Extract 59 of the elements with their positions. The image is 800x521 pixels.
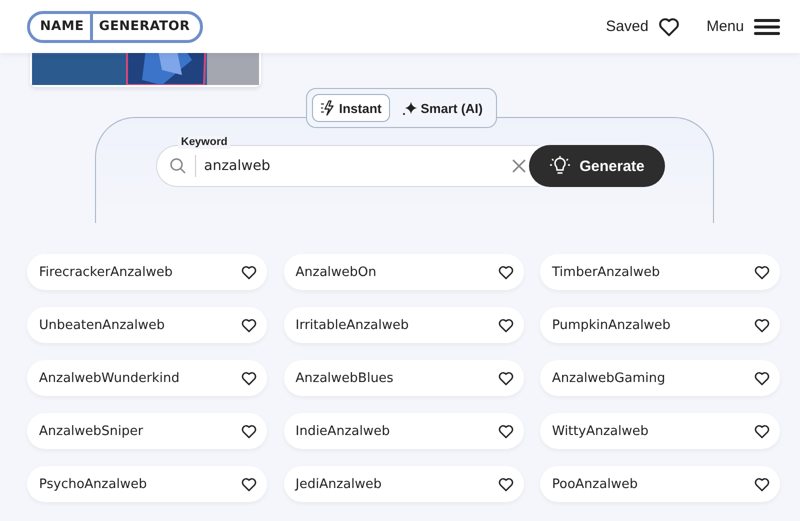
name-text: JediAnzalweb xyxy=(296,476,382,492)
name-card[interactable]: IrritableAnzalweb xyxy=(284,307,524,343)
heart-icon[interactable] xyxy=(241,424,257,438)
name-card[interactable]: AnzalwebWunderkind xyxy=(27,360,267,396)
name-text: IndieAnzalweb xyxy=(296,424,390,438)
field-label: Keyword xyxy=(178,136,230,149)
name-card[interactable]: AnzalwebGaming xyxy=(540,360,780,396)
name-text: AnzalwebSniper xyxy=(39,424,144,438)
generate-button[interactable]: Generate xyxy=(529,145,665,187)
menu-icon xyxy=(754,18,780,36)
name-card[interactable]: PsychoAnzalweb xyxy=(27,466,267,502)
name-text: UnbeatenAnzalweb xyxy=(39,318,165,332)
name-text: AnzalwebGaming xyxy=(552,370,666,386)
name-card[interactable]: UnbeatenAnzalweb xyxy=(27,307,267,343)
heart-icon[interactable] xyxy=(498,424,514,438)
heart-icon xyxy=(658,16,680,36)
name-text: PsychoAnzalweb xyxy=(39,476,147,492)
clear-icon[interactable] xyxy=(511,158,527,174)
name-card[interactable]: AnzalwebOn xyxy=(284,254,524,290)
name-text: IrritableAnzalweb xyxy=(296,318,409,332)
heart-icon[interactable] xyxy=(241,476,257,492)
name-card[interactable]: FirecrackerAnzalweb xyxy=(27,254,267,290)
heart-icon[interactable] xyxy=(498,264,514,280)
name-card[interactable]: IndieAnzalweb xyxy=(284,413,524,449)
heart-icon[interactable] xyxy=(241,264,257,280)
name-text: FirecrackerAnzalweb xyxy=(39,264,173,280)
search-icon xyxy=(169,157,187,175)
saved-link[interactable]: Saved xyxy=(606,16,680,36)
heart-icon[interactable] xyxy=(498,476,514,492)
heart-icon[interactable] xyxy=(498,370,514,386)
name-text: PooAnzalweb xyxy=(552,476,638,492)
name-text: WittyAnzalweb xyxy=(552,424,648,438)
mode-tab[interactable]: Instant xyxy=(312,94,390,122)
name-text: AnzalwebOn xyxy=(296,264,376,280)
heart-icon[interactable] xyxy=(754,424,770,438)
heart-icon[interactable] xyxy=(754,264,770,280)
lightbulb-icon xyxy=(549,155,572,177)
name-card[interactable]: WittyAnzalweb xyxy=(540,413,780,449)
name-card[interactable]: PooAnzalweb xyxy=(540,466,780,502)
heart-icon[interactable] xyxy=(754,370,770,386)
heart-icon[interactable] xyxy=(754,318,770,332)
heart-icon[interactable] xyxy=(754,476,770,492)
logo[interactable]: NAME GENERATOR xyxy=(27,10,203,42)
name-text: AnzalwebWunderkind xyxy=(39,370,180,386)
mode-tab[interactable]: Smart (AI) xyxy=(394,94,491,122)
name-card[interactable]: AnzalwebBlues xyxy=(284,360,524,396)
lightning-icon xyxy=(320,100,336,116)
name-card[interactable]: JediAnzalweb xyxy=(284,466,524,502)
heart-icon[interactable] xyxy=(498,318,514,332)
name-card[interactable]: AnzalwebSniper xyxy=(27,413,267,449)
name-text: TimberAnzalweb xyxy=(552,264,660,280)
heart-icon[interactable] xyxy=(241,318,257,332)
name-card[interactable]: TimberAnzalweb xyxy=(540,254,780,290)
name-text: AnzalwebBlues xyxy=(296,370,394,386)
heart-icon[interactable] xyxy=(241,370,257,386)
menu-button[interactable]: Menu xyxy=(706,18,780,36)
name-text: PumpkinAnzalweb xyxy=(552,318,671,332)
name-card[interactable]: PumpkinAnzalweb xyxy=(540,307,780,343)
sparkle-icon xyxy=(402,100,418,116)
